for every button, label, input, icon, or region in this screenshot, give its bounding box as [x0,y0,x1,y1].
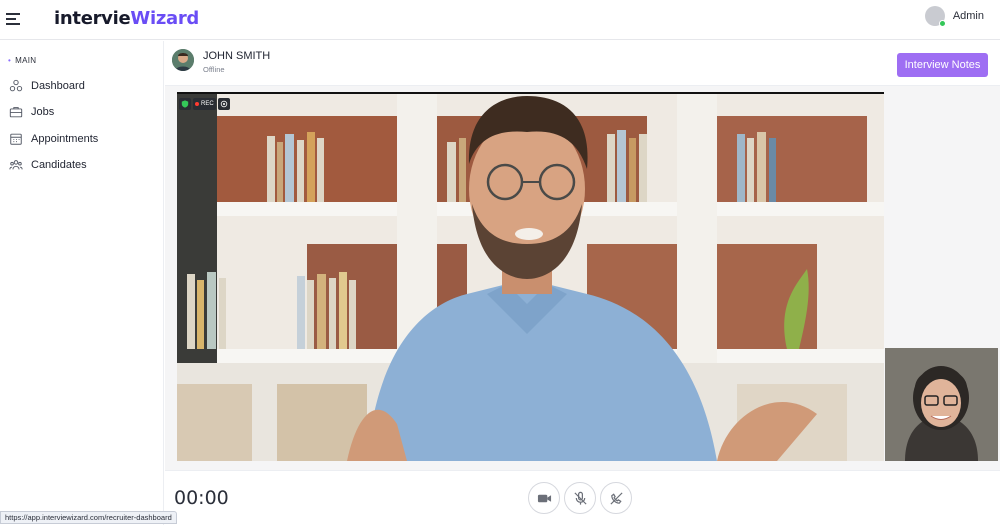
user-menu[interactable]: Admin [924,6,984,27]
remote-video: REC [177,92,884,461]
call-timer: 00:00 [174,487,229,509]
user-name: Admin [952,10,984,22]
calendar-icon [10,133,22,145]
rec-label: REC [201,101,214,107]
users-icon [9,160,23,170]
participant-status: Offline [203,65,225,74]
sidebar-item-candidates[interactable]: Candidates [9,158,87,172]
app-logo[interactable]: intervieWizard [54,8,199,29]
sidebar-item-label: Appointments [31,133,99,145]
recording-badges: REC [179,98,230,110]
logo-text-accent: Wizard [130,8,199,29]
video-camera-icon [537,494,551,502]
camera-settings-icon[interactable] [217,98,230,110]
sidebar-item-label: Candidates [31,159,87,171]
video-stage: REC [165,86,1000,470]
dashboard-icon [9,79,23,92]
sidebar-section-title: MAIN [8,56,36,65]
top-bar: intervieWizard Admin [0,0,1000,40]
online-status-dot [938,20,946,27]
sidebar-item-appointments[interactable]: Appointments [9,132,98,146]
browser-status-url: https://app.interviewizard.com/recruiter… [0,511,177,524]
self-video-preview [885,348,998,461]
sidebar-item-label: Dashboard [31,80,85,92]
record-dot-icon [195,102,199,106]
sidebar-item-dashboard[interactable]: Dashboard [9,79,85,93]
microphone-toggle-button[interactable] [564,482,596,514]
sidebar-item-jobs[interactable]: Jobs [9,105,54,119]
participant-name: JOHN SMITH [203,50,271,62]
end-call-button[interactable] [600,482,632,514]
participant-header: JOHN SMITH Offline Interview Notes [165,41,1000,86]
recording-indicator: REC [193,98,216,110]
briefcase-icon [9,107,23,118]
call-controls: 00:00 [165,470,1000,525]
menu-icon[interactable] [6,13,20,25]
sidebar-item-label: Jobs [31,106,55,118]
sidebar: MAIN Dashboard Jobs Appointments Candida… [0,41,164,525]
interview-notes-button[interactable]: Interview Notes [897,53,988,77]
avatar [924,6,946,27]
shield-icon [179,98,191,110]
participant-avatar [172,49,194,71]
microphone-off-icon [573,491,587,505]
logo-text: intervie [54,8,131,29]
phone-off-icon [609,491,623,505]
camera-toggle-button[interactable] [528,482,560,514]
